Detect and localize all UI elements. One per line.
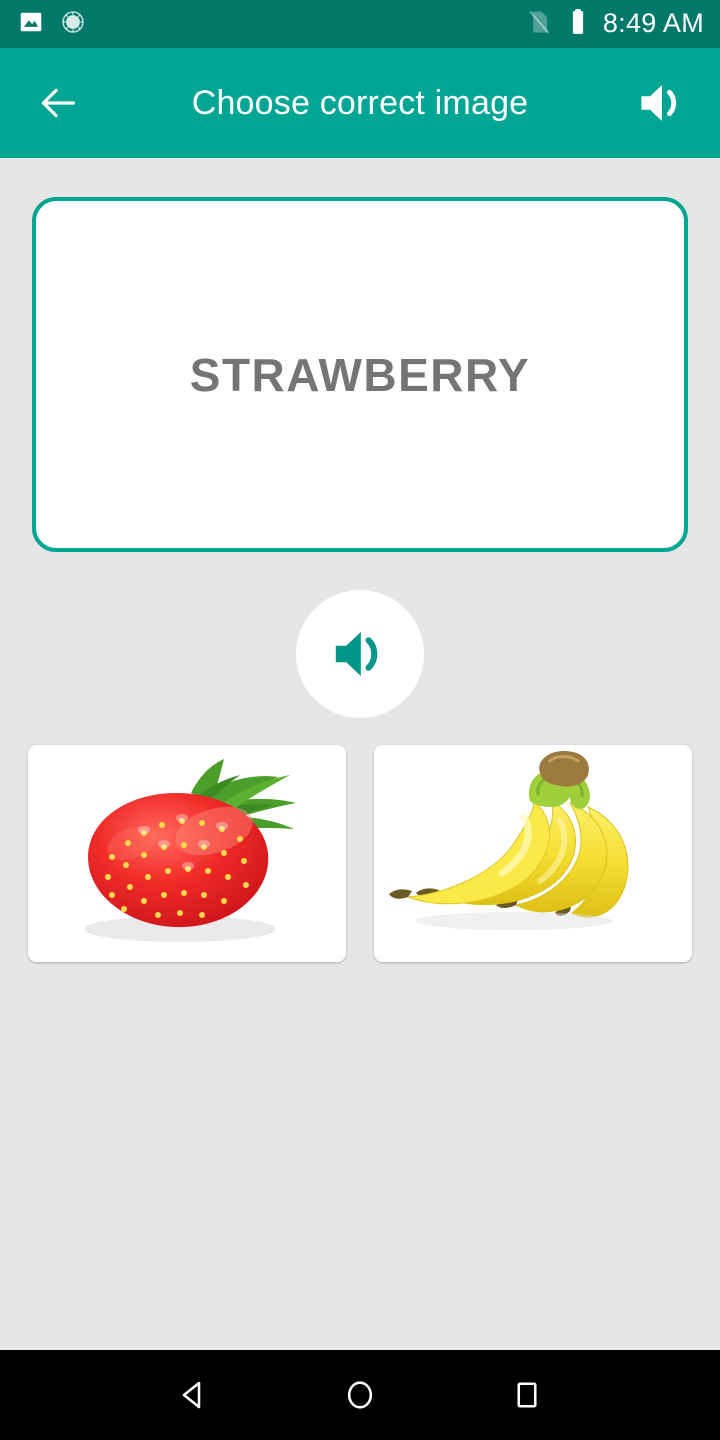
arrow-left-icon	[41, 88, 75, 118]
volume-up-icon	[335, 632, 378, 676]
option-strawberry[interactable]	[28, 745, 346, 962]
main-content: STRAWBERRY	[0, 158, 720, 1350]
status-bar-left-icons	[18, 9, 86, 40]
no-sim-icon	[525, 8, 553, 41]
nav-home-button[interactable]	[324, 1359, 396, 1431]
volume-up-icon	[641, 85, 677, 121]
prompt-word: STRAWBERRY	[189, 348, 531, 401]
screenshot-progress-icon	[60, 9, 86, 40]
circle-home-icon	[347, 1381, 373, 1409]
back-button[interactable]	[30, 75, 86, 131]
status-bar: 8:49 AM	[0, 0, 720, 48]
banana-photo	[374, 745, 692, 962]
play-sound-button[interactable]	[296, 590, 424, 718]
option-banana[interactable]	[374, 745, 692, 962]
nav-back-button[interactable]	[157, 1359, 229, 1431]
square-recents-icon	[517, 1382, 537, 1408]
status-bar-clock: 8:49 AM	[602, 7, 704, 38]
app-bar: Choose correct image	[0, 48, 720, 158]
triangle-back-icon	[183, 1381, 201, 1409]
battery-full-icon	[567, 8, 589, 41]
nav-recents-button[interactable]	[491, 1359, 563, 1431]
answer-options	[28, 745, 692, 962]
word-prompt-card: STRAWBERRY	[32, 197, 688, 552]
image-notification-icon	[18, 9, 44, 40]
system-navigation-bar	[0, 1350, 720, 1440]
appbar-sound-button[interactable]	[630, 72, 692, 134]
strawberry-photo	[28, 745, 346, 962]
status-bar-right-icons: 8:49 AM	[525, 8, 704, 41]
page-title: Choose correct image	[191, 83, 529, 122]
phone-screen: 8:49 AM Choose correct image STRAWBERRY	[0, 0, 720, 1440]
